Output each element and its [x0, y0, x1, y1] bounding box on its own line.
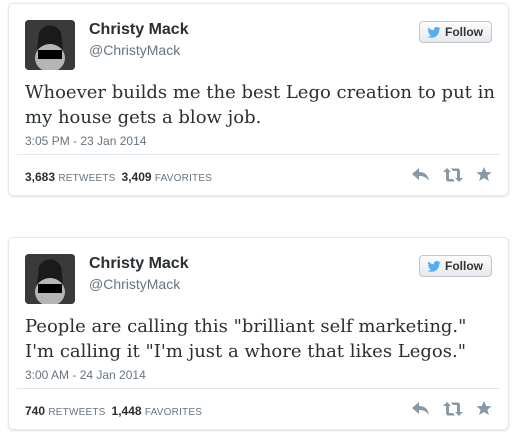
user-name[interactable]: Christy Mack [89, 21, 189, 39]
retweet-count-value: 3,683 [25, 170, 56, 184]
retweet-count-label: RETWEETS [58, 173, 116, 184]
favorite-icon[interactable] [476, 167, 492, 182]
tweet-actions [412, 167, 492, 182]
reply-icon[interactable] [412, 401, 430, 416]
tweet-text: People are calling this "brilliant self … [25, 316, 467, 362]
retweet-icon[interactable] [443, 401, 463, 416]
favorite-count-value: 1,448 [111, 404, 142, 418]
retweet-count-label: RETWEETS [48, 407, 106, 418]
favorite-count-label: FAVORITES [154, 173, 213, 184]
avatar[interactable] [25, 20, 75, 70]
divider [17, 154, 500, 155]
follow-label: Follow [445, 259, 483, 273]
twitter-bird-icon [427, 26, 441, 38]
tweet-stats: 740 RETWEETS 1,448 FAVORITES [25, 404, 202, 418]
tweet-text: Whoever builds me the best Lego creation… [25, 82, 495, 128]
tweet-card: Christy Mack @ChristyMack Follow Whoever… [8, 3, 509, 196]
avatar[interactable] [25, 254, 75, 304]
favorite-count-value: 3,409 [121, 170, 152, 184]
follow-label: Follow [445, 25, 483, 39]
user-handle[interactable]: @ChristyMack [89, 42, 180, 58]
tweet-timestamp[interactable]: 3:00 AM - 24 Jan 2014 [25, 368, 146, 382]
divider [17, 388, 500, 389]
tweet-stats: 3,683 RETWEETS 3,409 FAVORITES [25, 170, 212, 184]
tweet-timestamp[interactable]: 3:05 PM - 23 Jan 2014 [25, 134, 146, 148]
retweet-count[interactable]: 740 RETWEETS [25, 404, 106, 418]
retweet-icon[interactable] [443, 167, 463, 182]
retweet-count[interactable]: 3,683 RETWEETS [25, 170, 116, 184]
retweet-count-value: 740 [25, 404, 46, 418]
user-name[interactable]: Christy Mack [89, 255, 189, 273]
twitter-bird-icon [427, 260, 441, 272]
tweet-card: Christy Mack @ChristyMack Follow People … [8, 237, 509, 430]
follow-button[interactable]: Follow [419, 255, 492, 277]
user-handle[interactable]: @ChristyMack [89, 276, 180, 292]
follow-button[interactable]: Follow [419, 21, 492, 43]
reply-icon[interactable] [412, 167, 430, 182]
tweet-actions [412, 401, 492, 416]
favorite-icon[interactable] [476, 401, 492, 416]
favorite-count[interactable]: 3,409 FAVORITES [122, 170, 213, 184]
favorite-count[interactable]: 1,448 FAVORITES [112, 404, 203, 418]
favorite-count-label: FAVORITES [144, 407, 203, 418]
